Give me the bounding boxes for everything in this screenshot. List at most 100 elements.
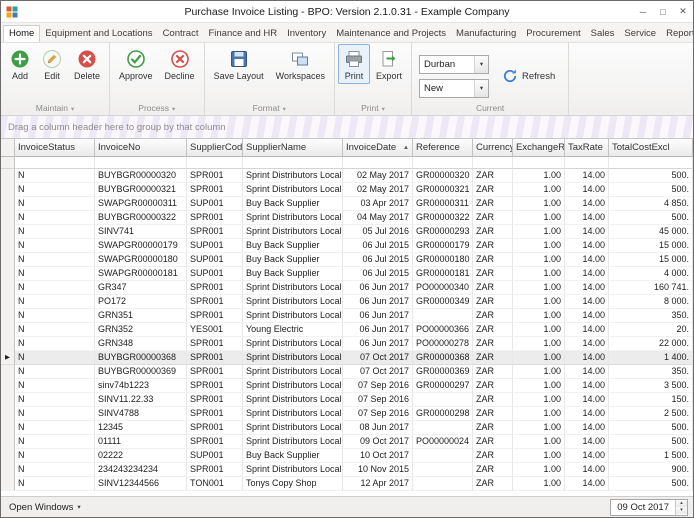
cell[interactable]: BUYBGR00000320 [95,169,187,183]
cell[interactable]: 06 Jul 2015 [343,239,413,253]
cell[interactable]: N [15,267,95,281]
cell[interactable]: Sprint Distributors Local [243,421,343,435]
cell[interactable]: Young Electric [243,323,343,337]
cell[interactable]: ZAR [473,267,513,281]
cell[interactable]: GR00000293 [413,225,473,239]
row-indicator[interactable] [1,225,15,239]
cell[interactable]: SINV12344566 [95,477,187,491]
cell[interactable]: N [15,449,95,463]
cell[interactable]: 150. [609,393,693,407]
cell[interactable]: SPR001 [187,295,243,309]
cell[interactable]: 1.00 [513,239,565,253]
filter-cell[interactable] [473,157,513,169]
cell[interactable]: 12 Apr 2017 [343,477,413,491]
cell[interactable]: Sprint Distributors Local [243,379,343,393]
cell[interactable]: 09 Oct 2017 [343,435,413,449]
row-indicator[interactable] [1,169,15,183]
cell[interactable]: ZAR [473,463,513,477]
cell[interactable]: ZAR [473,309,513,323]
cell[interactable]: SINV11.22.33 [95,393,187,407]
cell[interactable]: ZAR [473,379,513,393]
cell[interactable]: ZAR [473,407,513,421]
cell[interactable]: 3 500. [609,379,693,393]
row-indicator[interactable] [1,337,15,351]
cell[interactable]: 04 May 2017 [343,211,413,225]
cell[interactable]: 500. [609,211,693,225]
table-row[interactable]: N12345SPR001Sprint Distributors Local08 … [1,421,693,435]
cell[interactable]: Buy Back Supplier [243,267,343,281]
decline-button[interactable]: Decline [159,44,201,84]
cell[interactable]: ZAR [473,225,513,239]
cell[interactable]: PO00000366 [413,323,473,337]
cell[interactable]: Sprint Distributors Local [243,351,343,365]
cell[interactable]: 02 May 2017 [343,169,413,183]
cell[interactable]: Sprint Distributors Local [243,225,343,239]
cell[interactable]: N [15,323,95,337]
row-indicator[interactable] [1,295,15,309]
row-indicator[interactable] [1,197,15,211]
cell[interactable]: Sprint Distributors Local [243,211,343,225]
cell[interactable]: 15 000. [609,239,693,253]
cell[interactable]: Sprint Distributors Local [243,407,343,421]
cell[interactable]: 14.00 [565,197,609,211]
cell[interactable]: 14.00 [565,351,609,365]
cell[interactable]: ZAR [473,421,513,435]
cell[interactable]: ZAR [473,239,513,253]
title-bar[interactable]: Purchase Invoice Listing - BPO: Version … [1,1,693,23]
cell[interactable]: ZAR [473,393,513,407]
cell[interactable]: ZAR [473,211,513,225]
table-row[interactable]: NGRN348SPR001Sprint Distributors Local06… [1,337,693,351]
cell[interactable]: N [15,337,95,351]
column-header-exchanger-[interactable]: ExchangeR... [513,139,565,157]
cell[interactable]: GR00000349 [413,295,473,309]
tab-reporting[interactable]: Reporting [661,26,694,42]
cell[interactable]: 1.00 [513,435,565,449]
table-row[interactable]: NPO172SPR001Sprint Distributors Local06 … [1,295,693,309]
cell[interactable]: 1.00 [513,169,565,183]
cell[interactable]: Buy Back Supplier [243,197,343,211]
cell[interactable]: 10 Oct 2017 [343,449,413,463]
cell[interactable]: 05 Jul 2016 [343,225,413,239]
cell[interactable]: 1.00 [513,407,565,421]
group-label-print[interactable]: Print▾ [338,102,408,115]
cell[interactable]: 900. [609,463,693,477]
save-layout-button[interactable]: Save Layout [208,44,270,84]
cell[interactable] [413,449,473,463]
cell[interactable]: GRN348 [95,337,187,351]
cell[interactable]: 15 000. [609,253,693,267]
filter-cell[interactable] [609,157,693,169]
cell[interactable]: 14.00 [565,449,609,463]
cell[interactable]: 14.00 [565,477,609,491]
cell[interactable]: N [15,351,95,365]
column-header-invoiceno[interactable]: InvoiceNo [95,139,187,157]
cell[interactable]: 1.00 [513,449,565,463]
cell[interactable]: ZAR [473,253,513,267]
cell[interactable]: SPR001 [187,421,243,435]
cell[interactable]: GRN351 [95,309,187,323]
row-indicator[interactable] [1,449,15,463]
cell[interactable]: PO00000024 [413,435,473,449]
cell[interactable]: 350. [609,365,693,379]
cell[interactable]: N [15,435,95,449]
tab-contract[interactable]: Contract [158,26,204,42]
cell[interactable]: ZAR [473,365,513,379]
table-row[interactable]: Nsinv74b1223SPR001Sprint Distributors Lo… [1,379,693,393]
cell[interactable]: Tonys Copy Shop [243,477,343,491]
cell[interactable]: ZAR [473,197,513,211]
group-by-bar[interactable]: Drag a column header here to group by th… [1,116,693,139]
cell[interactable]: SWAPGR00000180 [95,253,187,267]
cell[interactable]: 07 Sep 2016 [343,407,413,421]
row-indicator[interactable] [1,365,15,379]
site-dropdown[interactable]: Durban ▾ [419,55,489,74]
table-row[interactable]: N02222SUP001Buy Back Supplier10 Oct 2017… [1,449,693,463]
cell[interactable]: SINV741 [95,225,187,239]
column-header-invoicedate[interactable]: InvoiceDate▲ [343,139,413,157]
cell[interactable]: SPR001 [187,225,243,239]
cell[interactable]: SPR001 [187,379,243,393]
cell[interactable]: ZAR [473,281,513,295]
cell[interactable]: PO172 [95,295,187,309]
cell[interactable]: N [15,463,95,477]
cell[interactable]: GR00000369 [413,365,473,379]
cell[interactable] [413,463,473,477]
cell[interactable]: 14.00 [565,309,609,323]
